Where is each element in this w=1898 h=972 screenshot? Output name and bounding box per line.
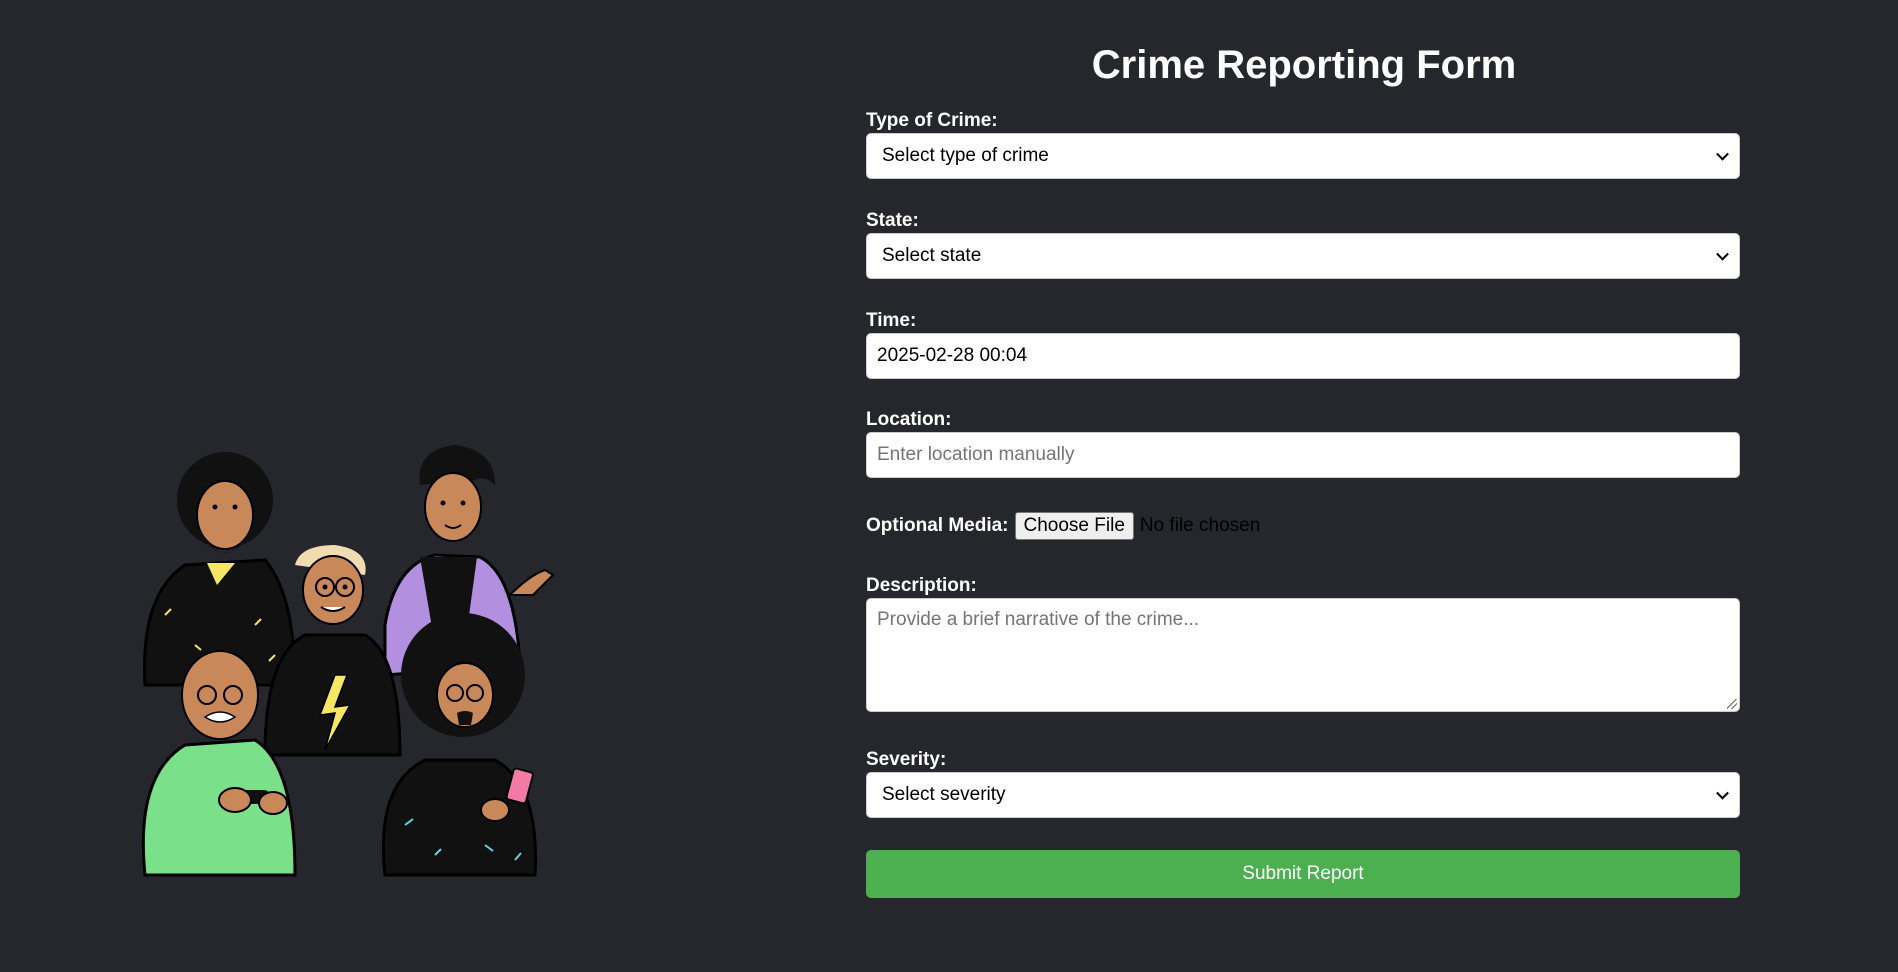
time-input[interactable]: 2025-02-28 00:04 <box>866 333 1740 379</box>
choose-file-button[interactable]: Choose File <box>1014 512 1134 540</box>
time-label: Time: <box>866 310 917 331</box>
resize-grip-icon[interactable] <box>1727 699 1737 709</box>
description-label: Description: <box>866 575 977 596</box>
location-label: Location: <box>866 409 952 430</box>
crime-report-form: Crime Reporting Form Type of Crime: Sele… <box>866 30 1742 898</box>
submit-field: Submit Report <box>866 850 1740 898</box>
state-field: State: Select state <box>866 210 1740 279</box>
form-title: Crime Reporting Form <box>1091 43 1517 87</box>
crime-type-selected: Select type of crime <box>882 145 1049 166</box>
time-field: Time: 2025-02-28 00:04 <box>866 310 1740 379</box>
description-textarea[interactable]: Provide a brief narrative of the crime..… <box>866 598 1740 712</box>
severity-field: Severity: Select severity <box>866 749 1740 818</box>
location-placeholder: Enter location manually <box>877 444 1075 465</box>
location-input[interactable]: Enter location manually <box>866 432 1740 478</box>
time-value: 2025-02-28 00:04 <box>877 345 1028 366</box>
severity-label: Severity: <box>866 749 947 770</box>
state-select[interactable]: Select state <box>866 233 1740 279</box>
crime-type-label: Type of Crime: <box>866 110 998 131</box>
location-field: Location: Enter location manually <box>866 409 1740 478</box>
submit-report-button[interactable]: Submit Report <box>866 850 1740 898</box>
group-of-people-illustration <box>141 445 555 877</box>
severity-select[interactable]: Select severity <box>866 772 1740 818</box>
description-field: Description: Provide a brief narrative o… <box>866 575 1740 712</box>
chevron-down-icon <box>1716 786 1729 800</box>
crime-type-field: Type of Crime: Select type of crime <box>866 110 1740 179</box>
media-label: Optional Media: <box>866 515 1009 536</box>
media-field: Optional Media: Choose File No file chos… <box>866 512 1740 540</box>
person-afro-phone <box>381 613 537 877</box>
crime-type-select[interactable]: Select type of crime <box>866 133 1740 179</box>
chevron-down-icon <box>1716 147 1729 161</box>
description-placeholder: Provide a brief narrative of the crime..… <box>877 609 1200 630</box>
chevron-down-icon <box>1716 247 1729 261</box>
state-label: State: <box>866 210 919 231</box>
severity-selected: Select severity <box>882 784 1006 805</box>
file-status: No file chosen <box>1139 515 1261 536</box>
state-selected: Select state <box>882 245 982 266</box>
